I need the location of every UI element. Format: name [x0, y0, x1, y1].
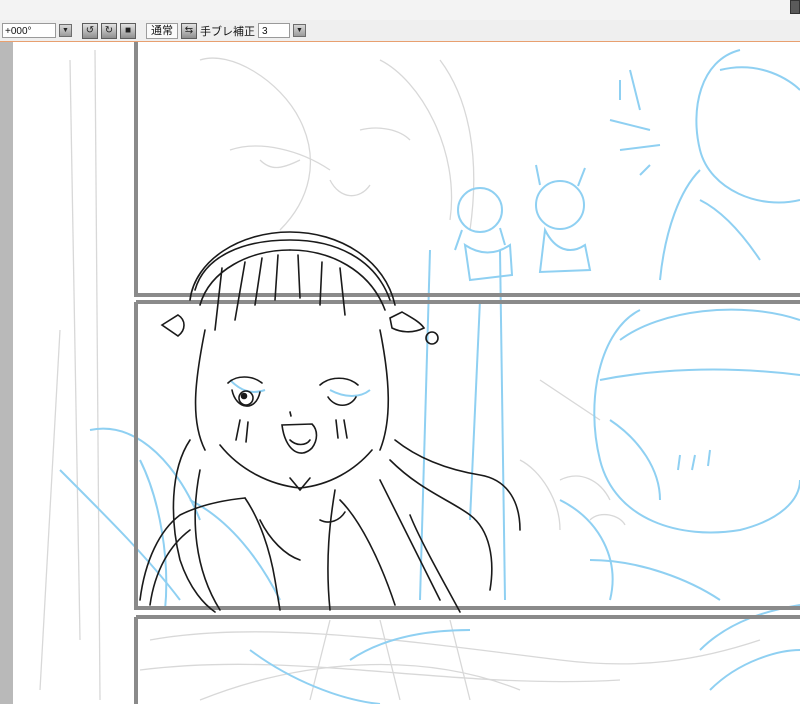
blend-mode-button[interactable]: 通常 — [146, 22, 178, 39]
comic-panel-borders — [134, 42, 800, 704]
character-lineart — [139, 231, 521, 613]
drawing-canvas[interactable] — [0, 42, 800, 704]
stabilizer-label: 手ブレ補正 — [200, 25, 255, 38]
window-corner-button[interactable] — [790, 0, 800, 14]
title-strip — [0, 0, 800, 20]
stabilizer-field[interactable]: 3 — [258, 23, 290, 38]
rotate-right-icon[interactable]: ↻ — [101, 22, 117, 39]
rotate-left-icon[interactable]: ↺ — [82, 22, 98, 39]
tool-property-bar: +000° ▼ ↺ ↻ ■ 通常 ⇆ 手ブレ補正 3 ▼ — [0, 20, 800, 42]
faint-guide-lines — [39, 49, 761, 701]
left-scroll-gutter — [0, 42, 13, 704]
rotation-angle-field[interactable]: +000° — [2, 23, 56, 38]
angle-dropdown-icon[interactable]: ▼ — [59, 24, 72, 37]
swap-icon[interactable]: ⇆ — [181, 22, 197, 39]
blue-rough-sketch — [59, 49, 800, 704]
canvas-artwork — [0, 42, 800, 704]
stabilizer-dropdown-icon[interactable]: ▼ — [293, 24, 306, 37]
reset-square-icon[interactable]: ■ — [120, 22, 136, 39]
